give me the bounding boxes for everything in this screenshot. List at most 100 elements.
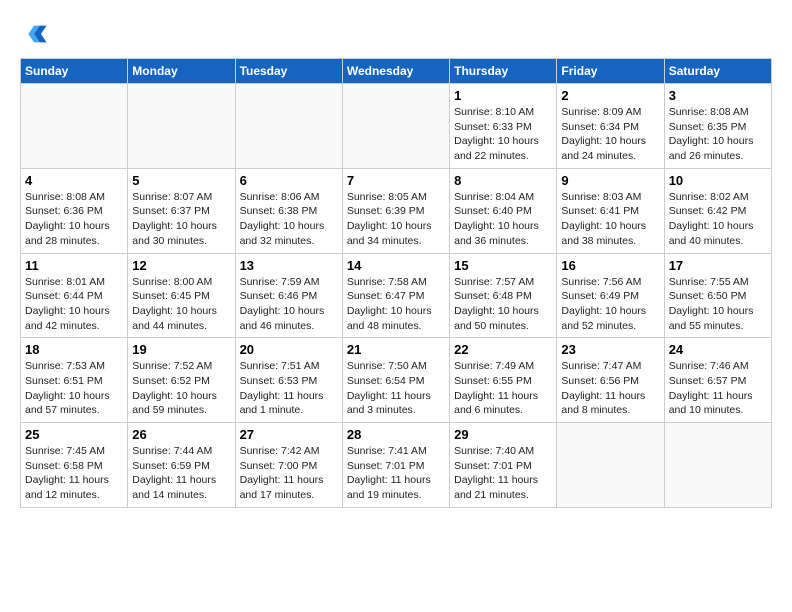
logo [20, 20, 52, 48]
day-info: Sunrise: 7:44 AM Sunset: 6:59 PM Dayligh… [132, 444, 230, 503]
day-number: 8 [454, 173, 552, 188]
calendar-day: 29 Sunrise: 7:40 AM Sunset: 7:01 PM Dayli… [450, 423, 557, 508]
calendar-day: 23 Sunrise: 7:47 AM Sunset: 6:56 PM Dayli… [557, 338, 664, 423]
day-number: 6 [240, 173, 338, 188]
day-info: Sunrise: 8:08 AM Sunset: 6:36 PM Dayligh… [25, 190, 123, 249]
day-number: 13 [240, 258, 338, 273]
calendar-day: 20 Sunrise: 7:51 AM Sunset: 6:53 PM Dayli… [235, 338, 342, 423]
day-number: 28 [347, 427, 445, 442]
calendar-day: 21 Sunrise: 7:50 AM Sunset: 6:54 PM Dayli… [342, 338, 449, 423]
day-header-saturday: Saturday [664, 59, 771, 84]
calendar-day: 10 Sunrise: 8:02 AM Sunset: 6:42 PM Dayli… [664, 168, 771, 253]
calendar-day: 7 Sunrise: 8:05 AM Sunset: 6:39 PM Daylig… [342, 168, 449, 253]
day-number: 9 [561, 173, 659, 188]
day-info: Sunrise: 8:07 AM Sunset: 6:37 PM Dayligh… [132, 190, 230, 249]
calendar-day [21, 84, 128, 169]
calendar-day: 2 Sunrise: 8:09 AM Sunset: 6:34 PM Daylig… [557, 84, 664, 169]
calendar-day: 13 Sunrise: 7:59 AM Sunset: 6:46 PM Dayli… [235, 253, 342, 338]
day-info: Sunrise: 8:03 AM Sunset: 6:41 PM Dayligh… [561, 190, 659, 249]
day-info: Sunrise: 8:06 AM Sunset: 6:38 PM Dayligh… [240, 190, 338, 249]
day-number: 19 [132, 342, 230, 357]
calendar-week-5: 25Sunrise: 7:45 AM Sunset: 6:58 PM Dayli… [21, 423, 772, 508]
day-number: 7 [347, 173, 445, 188]
day-info: Sunrise: 7:40 AM Sunset: 7:01 PM Dayligh… [454, 444, 552, 503]
day-header-thursday: Thursday [450, 59, 557, 84]
calendar-week-1: 1 Sunrise: 8:10 AM Sunset: 6:33 PM Daylig… [21, 84, 772, 169]
calendar-day: 11 Sunrise: 8:01 AM Sunset: 6:44 PM Dayli… [21, 253, 128, 338]
page-header [20, 20, 772, 48]
day-number: 15 [454, 258, 552, 273]
calendar-day: 22 Sunrise: 7:49 AM Sunset: 6:55 PM Dayli… [450, 338, 557, 423]
day-info: Sunrise: 7:59 AM Sunset: 6:46 PM Dayligh… [240, 275, 338, 334]
logo-icon [20, 20, 48, 48]
day-info: Sunrise: 7:50 AM Sunset: 6:54 PM Dayligh… [347, 359, 445, 418]
day-number: 25 [25, 427, 123, 442]
day-info: Sunrise: 8:00 AM Sunset: 6:45 PM Dayligh… [132, 275, 230, 334]
day-info: Sunrise: 8:09 AM Sunset: 6:34 PM Dayligh… [561, 105, 659, 164]
day-number: 3 [669, 88, 767, 103]
calendar-day: 14Sunrise: 7:58 AM Sunset: 6:47 PM Dayli… [342, 253, 449, 338]
calendar-day: 24 Sunrise: 7:46 AM Sunset: 6:57 PM Dayli… [664, 338, 771, 423]
calendar-day: 28Sunrise: 7:41 AM Sunset: 7:01 PM Dayli… [342, 423, 449, 508]
day-header-sunday: Sunday [21, 59, 128, 84]
day-info: Sunrise: 7:49 AM Sunset: 6:55 PM Dayligh… [454, 359, 552, 418]
calendar-day: 19 Sunrise: 7:52 AM Sunset: 6:52 PM Dayli… [128, 338, 235, 423]
day-header-friday: Friday [557, 59, 664, 84]
day-number: 21 [347, 342, 445, 357]
day-number: 18 [25, 342, 123, 357]
calendar-day: 26 Sunrise: 7:44 AM Sunset: 6:59 PM Dayli… [128, 423, 235, 508]
calendar-day: 17 Sunrise: 7:55 AM Sunset: 6:50 PM Dayli… [664, 253, 771, 338]
day-number: 11 [25, 258, 123, 273]
day-number: 17 [669, 258, 767, 273]
day-number: 27 [240, 427, 338, 442]
calendar-day: 8 Sunrise: 8:04 AM Sunset: 6:40 PM Daylig… [450, 168, 557, 253]
calendar-day: 6 Sunrise: 8:06 AM Sunset: 6:38 PM Daylig… [235, 168, 342, 253]
day-number: 12 [132, 258, 230, 273]
calendar-day: 16Sunrise: 7:56 AM Sunset: 6:49 PM Dayli… [557, 253, 664, 338]
day-number: 20 [240, 342, 338, 357]
day-info: Sunrise: 7:51 AM Sunset: 6:53 PM Dayligh… [240, 359, 338, 418]
day-info: Sunrise: 8:05 AM Sunset: 6:39 PM Dayligh… [347, 190, 445, 249]
calendar-day: 12 Sunrise: 8:00 AM Sunset: 6:45 PM Dayli… [128, 253, 235, 338]
day-info: Sunrise: 7:53 AM Sunset: 6:51 PM Dayligh… [25, 359, 123, 418]
day-number: 23 [561, 342, 659, 357]
day-info: Sunrise: 8:10 AM Sunset: 6:33 PM Dayligh… [454, 105, 552, 164]
day-info: Sunrise: 8:08 AM Sunset: 6:35 PM Dayligh… [669, 105, 767, 164]
day-header-tuesday: Tuesday [235, 59, 342, 84]
calendar-day: 1 Sunrise: 8:10 AM Sunset: 6:33 PM Daylig… [450, 84, 557, 169]
calendar-week-4: 18 Sunrise: 7:53 AM Sunset: 6:51 PM Dayli… [21, 338, 772, 423]
calendar-week-3: 11 Sunrise: 8:01 AM Sunset: 6:44 PM Dayli… [21, 253, 772, 338]
calendar-day: 5 Sunrise: 8:07 AM Sunset: 6:37 PM Daylig… [128, 168, 235, 253]
day-number: 4 [25, 173, 123, 188]
day-info: Sunrise: 7:47 AM Sunset: 6:56 PM Dayligh… [561, 359, 659, 418]
day-info: Sunrise: 7:55 AM Sunset: 6:50 PM Dayligh… [669, 275, 767, 334]
day-info: Sunrise: 7:52 AM Sunset: 6:52 PM Dayligh… [132, 359, 230, 418]
calendar-day [557, 423, 664, 508]
day-info: Sunrise: 7:46 AM Sunset: 6:57 PM Dayligh… [669, 359, 767, 418]
calendar-day: 9 Sunrise: 8:03 AM Sunset: 6:41 PM Daylig… [557, 168, 664, 253]
day-number: 29 [454, 427, 552, 442]
calendar-day: 18 Sunrise: 7:53 AM Sunset: 6:51 PM Dayli… [21, 338, 128, 423]
day-info: Sunrise: 7:58 AM Sunset: 6:47 PM Dayligh… [347, 275, 445, 334]
day-info: Sunrise: 8:04 AM Sunset: 6:40 PM Dayligh… [454, 190, 552, 249]
calendar-table: SundayMondayTuesdayWednesdayThursdayFrid… [20, 58, 772, 508]
calendar-day: 15Sunrise: 7:57 AM Sunset: 6:48 PM Dayli… [450, 253, 557, 338]
day-number: 10 [669, 173, 767, 188]
day-info: Sunrise: 8:02 AM Sunset: 6:42 PM Dayligh… [669, 190, 767, 249]
day-number: 2 [561, 88, 659, 103]
day-number: 5 [132, 173, 230, 188]
calendar-week-2: 4 Sunrise: 8:08 AM Sunset: 6:36 PM Daylig… [21, 168, 772, 253]
day-info: Sunrise: 8:01 AM Sunset: 6:44 PM Dayligh… [25, 275, 123, 334]
calendar-day [664, 423, 771, 508]
calendar-day: 27 Sunrise: 7:42 AM Sunset: 7:00 PM Dayli… [235, 423, 342, 508]
day-number: 24 [669, 342, 767, 357]
calendar-day [342, 84, 449, 169]
day-info: Sunrise: 7:42 AM Sunset: 7:00 PM Dayligh… [240, 444, 338, 503]
calendar-day [128, 84, 235, 169]
day-number: 1 [454, 88, 552, 103]
day-number: 22 [454, 342, 552, 357]
calendar-day: 3 Sunrise: 8:08 AM Sunset: 6:35 PM Daylig… [664, 84, 771, 169]
day-number: 26 [132, 427, 230, 442]
day-header-wednesday: Wednesday [342, 59, 449, 84]
calendar-day [235, 84, 342, 169]
